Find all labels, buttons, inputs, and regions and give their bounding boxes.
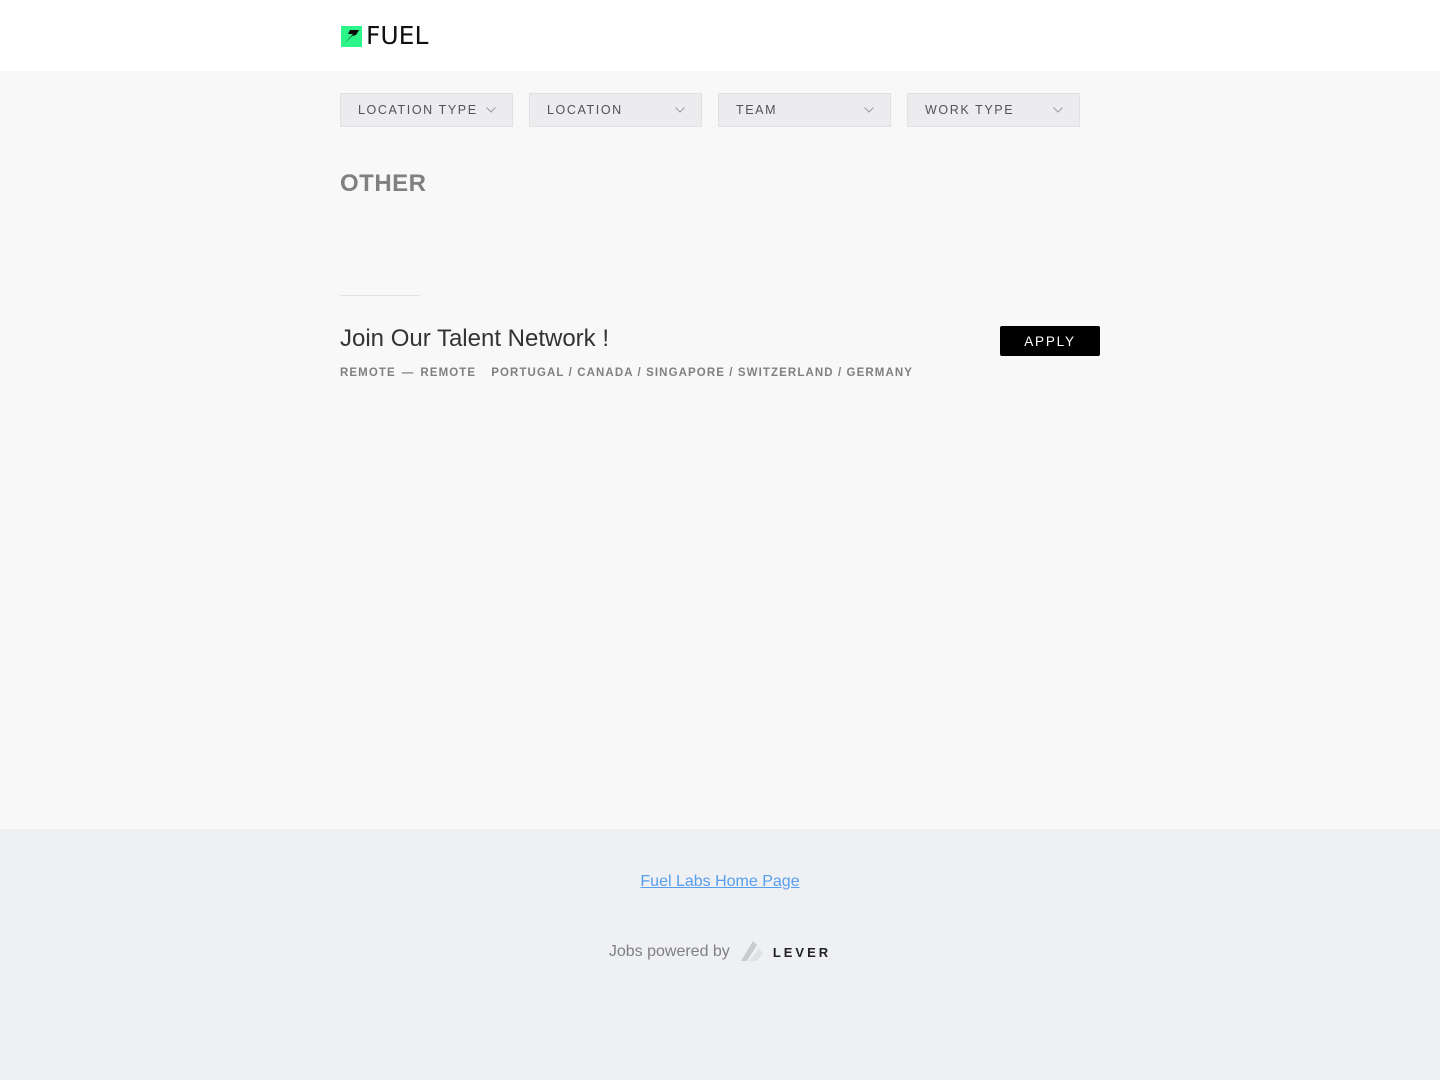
site-header: FUEL (0, 0, 1440, 71)
section-divider (340, 295, 420, 296)
section-title: OTHER (340, 170, 427, 197)
chevron-down-icon (675, 107, 685, 113)
logo-wordmark: FUEL (366, 21, 429, 50)
filter-bar: LOCATION TYPE LOCATION TEAM WORK TYPE (340, 93, 1080, 127)
posting-meta: REMOTE — REMOTE PORTUGAL / CANADA / SING… (340, 367, 913, 379)
powered-by-text: Jobs powered by (608, 943, 730, 960)
lever-logo-icon[interactable] (739, 939, 765, 965)
posting-locations: PORTUGAL / CANADA / SINGAPORE / SWITZERL… (491, 367, 914, 379)
home-page-link[interactable]: Fuel Labs Home Page (640, 873, 799, 890)
filter-location[interactable]: LOCATION (529, 93, 702, 127)
filter-label: LOCATION TYPE (358, 103, 478, 117)
filter-label: LOCATION (547, 103, 623, 117)
filter-location-type[interactable]: LOCATION TYPE (340, 93, 513, 127)
meta-separator: — (401, 367, 415, 379)
fuel-logo[interactable]: FUEL (341, 21, 429, 50)
chevron-down-icon (1053, 107, 1063, 113)
filter-work-type[interactable]: WORK TYPE (907, 93, 1080, 127)
meta-gap (476, 367, 491, 379)
powered-by: Jobs powered by LEVER (0, 939, 1440, 965)
chevron-down-icon (864, 107, 874, 113)
lever-wordmark[interactable]: LEVER (773, 945, 831, 960)
filter-team[interactable]: TEAM (718, 93, 891, 127)
posting-work-type: REMOTE (420, 367, 477, 379)
site-footer: Fuel Labs Home Page Jobs powered by LEVE… (0, 829, 1440, 1080)
posting-location-type: REMOTE (340, 367, 396, 379)
posting-title-link[interactable]: Join Our Talent Network ! (340, 325, 609, 353)
main-content: LOCATION TYPE LOCATION TEAM WORK TYPE OT… (0, 71, 1440, 829)
home-link-container: Fuel Labs Home Page (0, 873, 1440, 891)
apply-button[interactable]: APPLY (1000, 326, 1100, 356)
filter-label: TEAM (736, 103, 778, 117)
filter-label: WORK TYPE (925, 103, 1015, 117)
chevron-down-icon (486, 107, 496, 113)
fuel-logo-icon (341, 25, 362, 47)
